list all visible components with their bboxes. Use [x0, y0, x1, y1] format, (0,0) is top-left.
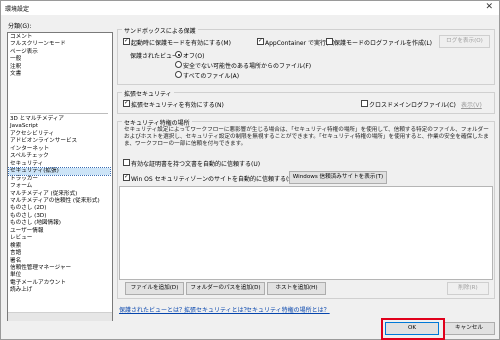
category-separator	[10, 113, 108, 114]
cross-domain-log-label: クロスドメインログファイル(C)	[369, 102, 456, 109]
category-item[interactable]: 信頼性管理マネージャー	[10, 265, 71, 272]
category-item[interactable]: 読み上げ	[10, 287, 32, 294]
sandbox-group-title: サンドボックスによる保護	[122, 26, 198, 35]
category-item[interactable]: フルスクリーンモード	[10, 41, 66, 48]
category-item[interactable]: JavaScript	[10, 123, 38, 130]
category-item[interactable]: 単位	[10, 272, 21, 279]
category-item[interactable]: 検索	[10, 243, 21, 250]
privileged-locations-title: セキュリティ特権の場所	[122, 118, 192, 127]
protected-view-unsafe-label: 安全でない可能性のある場所からのファイル(F)	[183, 63, 312, 70]
category-item[interactable]: ページ表示	[10, 49, 38, 56]
category-item[interactable]: 署名	[10, 258, 21, 265]
category-item-selected[interactable]: セキュリティ(拡張)	[8, 167, 111, 177]
view-log-button[interactable]: ログを表示(O)	[439, 35, 490, 48]
category-item[interactable]: セキュリティ	[10, 161, 43, 168]
close-icon[interactable]: ✕	[485, 2, 493, 12]
enhanced-security-label: 拡張セキュリティを有効にする(N)	[131, 102, 224, 109]
protected-view-help-link[interactable]: 保護されたビューとは？	[119, 305, 185, 314]
view-cross-domain-log-link[interactable]: 表示(V)	[461, 100, 482, 109]
add-host-button[interactable]: ホストを追加(H)	[267, 282, 326, 295]
category-item[interactable]: インターネット	[10, 146, 49, 153]
category-item[interactable]: 一般	[10, 56, 21, 63]
protected-view-label: 保護されたビュー:	[130, 53, 181, 60]
show-trusted-sites-button[interactable]: Windows 信頼済みサイトを表示(T)	[289, 171, 387, 184]
category-list[interactable]: コメント フルスクリーンモード ページ表示 一般 注釈 文書 3D とマルチメディア Jav…	[7, 32, 113, 321]
category-item[interactable]: 注釈	[10, 64, 21, 71]
enhanced-security-checkbox[interactable]	[123, 99, 130, 107]
protected-log-checkbox[interactable]	[326, 38, 333, 45]
preferences-dialog: 環境設定 ✕ 分類(G): コメント フルスクリーンモード ページ表示 一般 注釈 文書 …	[0, 0, 500, 340]
category-item[interactable]: トラッカー	[10, 176, 38, 183]
protected-view-off-radio[interactable]	[175, 51, 182, 58]
cross-domain-log-checkbox[interactable]	[361, 100, 368, 107]
category-item[interactable]: スペルチェック	[10, 153, 49, 160]
category-item[interactable]: ものさし (2D)	[10, 205, 46, 212]
protected-view-off-label: オフ(O)	[183, 53, 205, 60]
category-item[interactable]: レビュー	[10, 235, 32, 242]
category-item[interactable]: ユーザー情報	[10, 228, 43, 235]
privileged-description: セキュリティ設定によってワークフローに悪影響が生じる場合は、「セキュリティ特権の…	[124, 127, 489, 147]
category-item[interactable]: フォーム	[10, 183, 32, 190]
category-item[interactable]: コメント	[10, 34, 32, 41]
certified-docs-label: 有効な証明書を持つ文書を自動的に信頼する(U)	[131, 161, 261, 168]
protected-mode-checkbox[interactable]	[123, 37, 130, 45]
category-item[interactable]: アドビオンラインサービス	[10, 138, 77, 145]
scrollbar-thumb[interactable]	[8, 312, 112, 321]
certified-docs-checkbox[interactable]	[123, 159, 130, 166]
remove-button[interactable]: 削除(R)	[447, 282, 489, 295]
win-os-zone-checkbox[interactable]	[123, 173, 130, 181]
category-item[interactable]: ものさし (地図情報)	[10, 220, 61, 227]
protected-view-all-label: すべてのファイル(A)	[183, 73, 240, 80]
protected-view-all-radio[interactable]	[175, 71, 182, 78]
category-item[interactable]: マルチメディアの信頼性 (従来形式)	[10, 198, 100, 205]
category-item[interactable]: アクセシビリティ	[10, 131, 54, 138]
category-item[interactable]: ものさし (3D)	[10, 213, 46, 220]
protected-log-label: 保護モードのログファイルを作成(L)	[334, 40, 433, 47]
win-os-zone-label: Win OS セキュリティゾーンのサイトを自動的に信頼する(S)	[131, 176, 295, 183]
protected-mode-label: 起動時に保護モードを有効にする(M)	[131, 40, 231, 47]
category-item[interactable]: 文書	[10, 71, 21, 78]
enhanced-security-title: 拡張セキュリティ	[122, 89, 174, 98]
category-item[interactable]: 電子メールアカウント	[10, 280, 66, 287]
protected-view-unsafe-radio[interactable]	[175, 61, 182, 68]
enhanced-security-help-link[interactable]: 拡張セキュリティとは？	[184, 305, 250, 314]
ok-button-highlight	[381, 318, 445, 340]
window-title: 環境設定	[5, 6, 30, 13]
horizontal-scrollbar[interactable]	[8, 295, 112, 321]
category-item[interactable]: 3D とマルチメディア	[10, 116, 64, 123]
appcontainer-checkbox[interactable]	[257, 37, 264, 45]
add-file-button[interactable]: ファイルを追加(D)	[125, 282, 184, 295]
privileged-locations-help-link[interactable]: セキュリティ特権の場所とは？	[246, 305, 330, 314]
appcontainer-label: AppContainer で実行(U)	[265, 40, 336, 47]
category-item[interactable]: マルチメディア (従来形式)	[10, 191, 77, 198]
trusted-locations-list[interactable]	[119, 186, 493, 280]
title-bar: 環境設定 ✕	[1, 1, 499, 15]
add-folder-path-button[interactable]: フォルダーのパスを追加(D)	[186, 282, 265, 295]
categories-label: 分類(G):	[8, 23, 32, 30]
cancel-button[interactable]: キャンセル	[443, 322, 495, 335]
category-item[interactable]: 言語	[10, 250, 21, 257]
